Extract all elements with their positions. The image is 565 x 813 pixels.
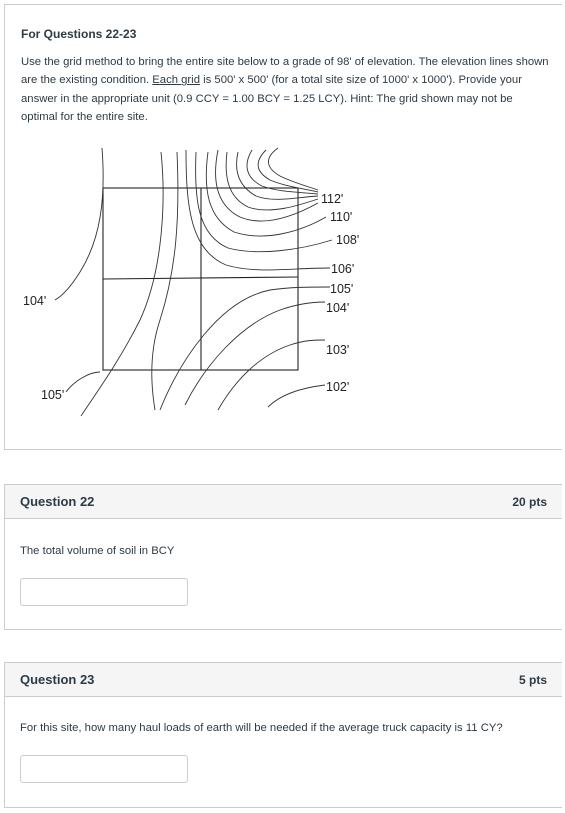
contour-label-112: 112': [321, 192, 343, 206]
contour-line-104-left: [54, 147, 104, 301]
contour-label-103: 103': [326, 343, 349, 357]
contour-label-104-right: 104': [326, 301, 349, 315]
contour-line-105-left: [65, 371, 101, 393]
contour-line: [267, 384, 326, 408]
contour-grid-diagram: 112' 110' 108' 106' 105' 104' 103' 102' …: [23, 147, 359, 417]
contour-line: [268, 147, 319, 191]
question-22-text: The total volume of soil in BCY: [20, 545, 175, 557]
contour-line: [151, 151, 179, 411]
contour-label-105-right: 105': [330, 282, 353, 296]
contour-line: [246, 149, 319, 195]
question-23-header: Question 23 5 pts: [5, 663, 562, 697]
contour-line: [205, 151, 327, 237]
contour-line: [257, 149, 319, 193]
contour-label-106: 106': [331, 262, 354, 276]
contour-label-105-left: 105': [41, 388, 64, 402]
question-22-header: Question 22 20 pts: [5, 485, 562, 519]
question-23-points: 5 pts: [518, 673, 547, 687]
contour-label-104-left: 104': [23, 294, 46, 308]
question-23-title: Question 23: [20, 672, 95, 687]
contour-line: [159, 286, 331, 411]
question-22-card: Question 22 20 pts The total volume of s…: [4, 484, 562, 630]
question-22-answer-input[interactable]: [20, 578, 188, 606]
contour-line: [80, 151, 164, 417]
contour-label-108: 108': [336, 233, 359, 247]
question-22-title: Question 22: [20, 494, 95, 509]
question-23-answer-input[interactable]: [20, 755, 188, 783]
question-22-points: 20 pts: [512, 495, 547, 509]
question-23-text: For this site, how many haul loads of ea…: [20, 722, 503, 734]
contour-line: [217, 339, 326, 411]
contour-line: [184, 301, 326, 406]
contour-label-110: 110': [330, 210, 352, 224]
question-23-card: Question 23 5 pts For this site, how man…: [4, 662, 562, 808]
contour-label-102: 102': [326, 380, 349, 394]
contour-line: [236, 151, 319, 200]
